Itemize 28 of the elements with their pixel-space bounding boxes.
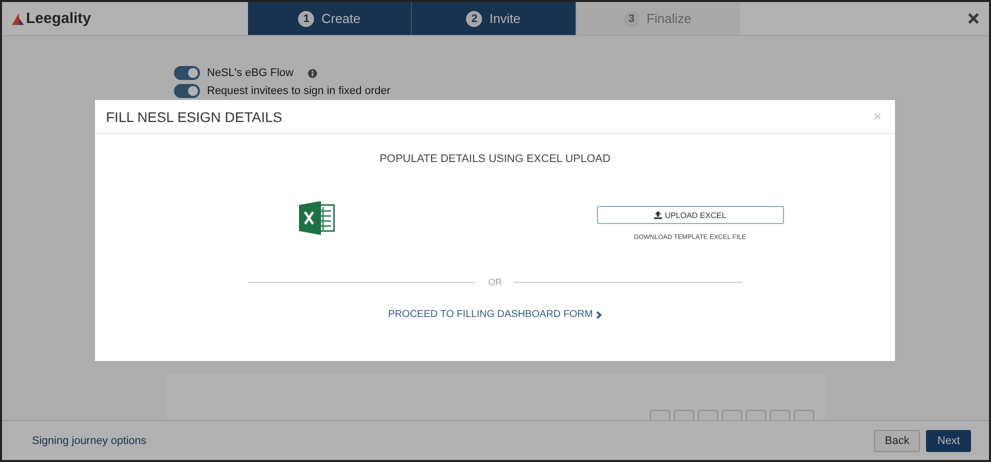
logo-text: Leegality (26, 10, 92, 27)
toolbar-icon[interactable] (746, 410, 766, 420)
toolbar-icon[interactable] (770, 410, 790, 420)
toggle-switch[interactable] (174, 84, 200, 98)
chevron-right-icon (596, 310, 602, 318)
upload-button[interactable]: UPLOAD EXCEL (596, 206, 784, 224)
toolbar-icon[interactable] (674, 410, 694, 420)
upload-icon (654, 211, 662, 219)
option-label: Request invitees to sign in fixed order (207, 85, 390, 97)
close-icon (968, 13, 979, 24)
spreadsheet-icon (299, 201, 335, 235)
signing-options-link[interactable]: Signing journey options (32, 434, 146, 446)
info-icon (308, 68, 318, 78)
proceed-link[interactable]: PROCEED TO FILLING DASHBOARD FORM (388, 309, 602, 320)
step-tab[interactable]: 1 Create (248, 2, 412, 35)
step-tab[interactable]: 2 Invite (412, 2, 576, 35)
toolbar-icon[interactable] (698, 410, 718, 420)
section-heading: POPULATE DETAILS USING EXCEL UPLOAD (380, 153, 610, 165)
toolbar-icon[interactable] (650, 410, 670, 420)
next-button[interactable]: Next (926, 430, 971, 452)
divider-label: OR (488, 277, 502, 287)
toolbar-icon[interactable] (794, 410, 814, 420)
logo-icon (12, 12, 24, 24)
option-label: NeSL's eBG Flow (207, 67, 294, 79)
back-button[interactable]: Back (874, 430, 920, 452)
toolbar-icon[interactable] (722, 410, 742, 420)
toggle-switch[interactable] (174, 66, 200, 80)
modal-title: FILL NESL ESIGN DETAILS (106, 108, 282, 124)
